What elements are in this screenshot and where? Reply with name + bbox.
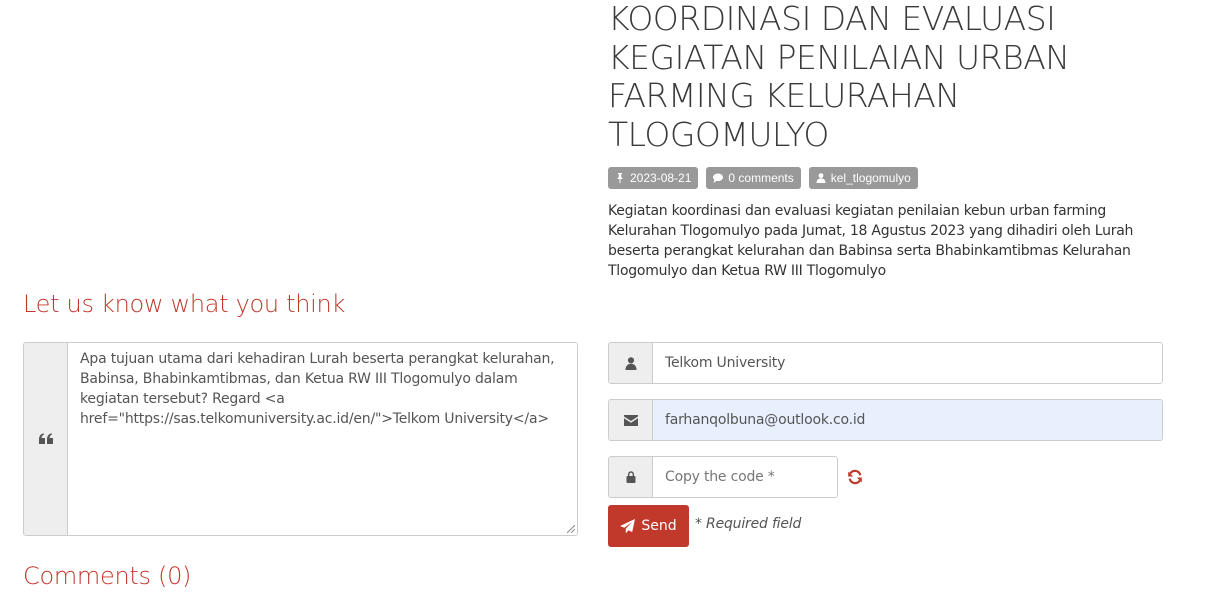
send-button[interactable]: Send xyxy=(608,505,689,547)
article-meta: 2023-08-21 0 comments kel_tlogomulyo xyxy=(608,167,918,189)
name-addon xyxy=(609,343,653,383)
envelope-icon xyxy=(623,414,638,426)
comment-addon xyxy=(24,343,68,535)
comments-badge[interactable]: 0 comments xyxy=(706,167,801,189)
name-field[interactable] xyxy=(653,343,1162,383)
comments-count-text: 0 comments xyxy=(728,171,794,185)
email-input-group xyxy=(608,399,1163,441)
author-text: kel_tlogomulyo xyxy=(830,171,911,185)
feedback-heading: Let us know what you think xyxy=(23,290,346,318)
article-title: KOORDINASI DAN EVALUASI KEGIATAN PENILAI… xyxy=(608,0,1070,154)
date-badge: 2023-08-21 xyxy=(608,167,699,189)
quote-icon xyxy=(38,433,53,444)
user-icon xyxy=(816,173,826,183)
comment-input-group: Apa tujuan utama dari kehadiran Lurah be… xyxy=(23,342,578,536)
code-addon xyxy=(609,457,653,497)
date-text: 2023-08-21 xyxy=(630,171,692,185)
user-icon xyxy=(624,356,637,370)
page: KOORDINASI DAN EVALUASI KEGIATAN PENILAI… xyxy=(0,0,1210,607)
name-input-group xyxy=(608,342,1163,384)
email-addon xyxy=(609,400,653,440)
author-badge[interactable]: kel_tlogomulyo xyxy=(808,167,918,189)
lock-icon xyxy=(626,471,635,483)
comment-textarea[interactable]: Apa tujuan utama dari kehadiran Lurah be… xyxy=(68,343,577,535)
email-field[interactable] xyxy=(653,400,1162,440)
send-label: Send xyxy=(641,518,677,534)
article-body: Kegiatan koordinasi dan evaluasi kegiata… xyxy=(608,203,1134,279)
resize-handle-icon[interactable] xyxy=(567,525,575,533)
refresh-icon[interactable] xyxy=(847,469,863,485)
code-input-group xyxy=(608,456,838,498)
required-note: * Required field xyxy=(695,516,802,532)
paper-plane-icon xyxy=(620,518,636,533)
pin-icon xyxy=(617,173,623,183)
comment-icon xyxy=(713,173,724,183)
comments-heading: Comments (0) xyxy=(23,562,192,590)
captcha-code-field[interactable] xyxy=(653,457,837,497)
